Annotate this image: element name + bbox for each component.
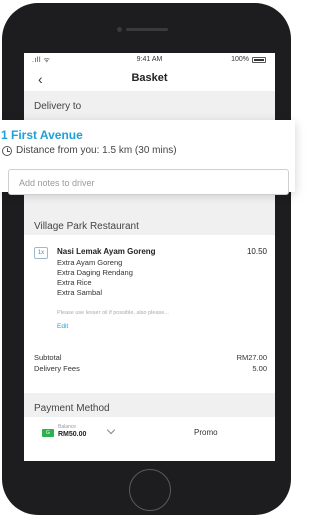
quantity-badge[interactable]: 1x bbox=[34, 247, 48, 259]
item-note: Please use lesser oil if possible, also … bbox=[57, 310, 169, 316]
notes-to-driver-input[interactable]: Add notes to driver bbox=[8, 169, 289, 195]
home-button[interactable] bbox=[129, 469, 171, 511]
item-name: Nasi Lemak Ayam Goreng bbox=[57, 247, 156, 256]
edit-item-link[interactable]: Edit bbox=[57, 323, 68, 330]
item-extra: Extra Ayam Goreng bbox=[57, 258, 123, 267]
payment-row: G Balance RM50.00 Promo bbox=[24, 417, 275, 461]
distance-text: Distance from you: 1.5 km (30 mins) bbox=[16, 145, 177, 156]
item-extra: Extra Daging Rendang bbox=[57, 268, 133, 277]
order-card: 1x Nasi Lemak Ayam Goreng 10.50 Extra Ay… bbox=[24, 235, 275, 393]
wallet-icon: G bbox=[42, 429, 54, 437]
balance-label: Balance bbox=[58, 424, 77, 430]
nav-bar: ‹ Basket bbox=[24, 67, 275, 91]
clock-icon bbox=[2, 146, 12, 156]
payment-method-title: Payment Method bbox=[34, 403, 110, 414]
speaker-grille bbox=[126, 28, 168, 31]
promo-button[interactable]: Promo bbox=[194, 428, 218, 437]
restaurant-name: Village Park Restaurant bbox=[34, 221, 139, 232]
phone-frame: .ıll ᯤ 9:41 AM 100% ‹ Basket Delivery to… bbox=[2, 3, 291, 515]
delivery-fees-value: 5.00 bbox=[252, 364, 267, 373]
item-extra: Extra Sambal bbox=[57, 288, 103, 297]
address-card: 1 First Avenue Distance from you: 1.5 km… bbox=[0, 120, 295, 195]
notes-placeholder: Add notes to driver bbox=[19, 178, 95, 188]
page-title: Basket bbox=[131, 72, 168, 84]
camera-icon bbox=[117, 27, 122, 32]
battery-icon bbox=[252, 57, 266, 63]
status-bar: .ıll ᯤ 9:41 AM 100% bbox=[24, 53, 275, 67]
app-screen: .ıll ᯤ 9:41 AM 100% ‹ Basket Delivery to… bbox=[24, 53, 275, 461]
item-extra: Extra Rice bbox=[57, 278, 92, 287]
subtotal-label: Subtotal bbox=[34, 353, 62, 362]
address-name: 1 First Avenue bbox=[1, 128, 83, 142]
chevron-down-icon[interactable] bbox=[106, 425, 116, 435]
item-price: 10.50 bbox=[246, 247, 267, 256]
balance-value: RM50.00 bbox=[58, 431, 87, 438]
delivery-section-label: Delivery to bbox=[34, 101, 82, 112]
subtotal-value: RM27.00 bbox=[236, 353, 267, 362]
delivery-fees-label: Delivery Fees bbox=[34, 364, 80, 373]
battery-percent: 100% bbox=[231, 56, 249, 63]
